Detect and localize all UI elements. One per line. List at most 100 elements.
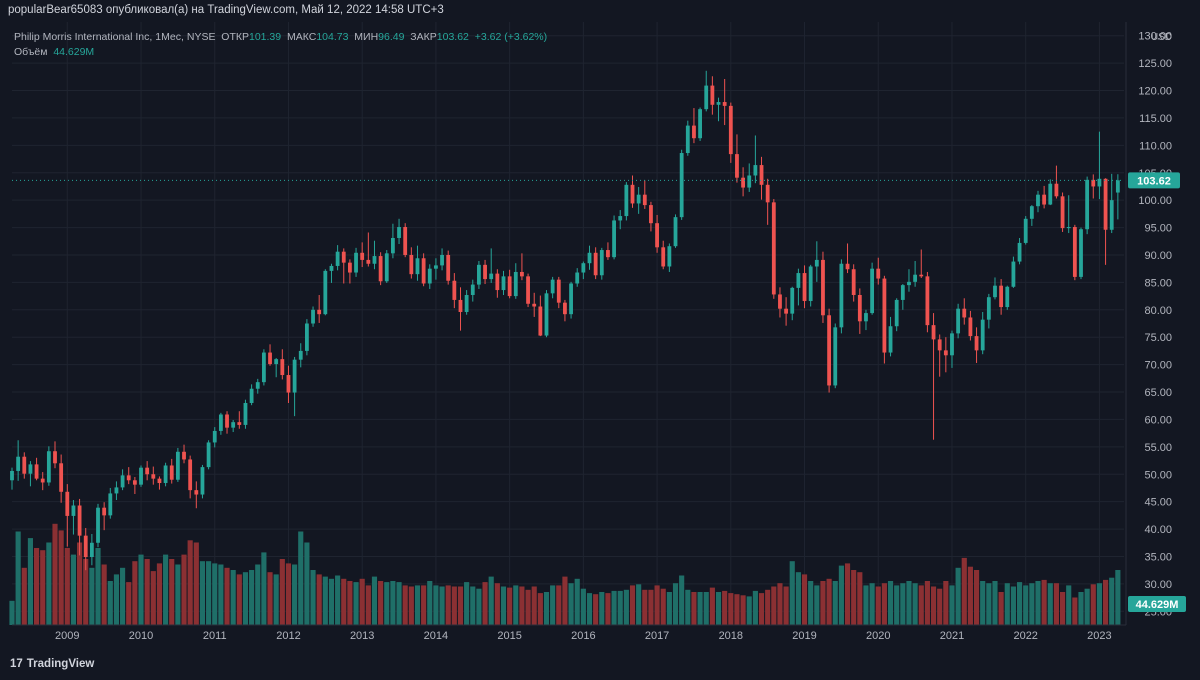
volume-bar bbox=[187, 540, 193, 625]
candle-body bbox=[913, 274, 918, 282]
volume-legend: Объём 44.629M bbox=[14, 46, 94, 58]
volume-bar bbox=[427, 581, 433, 625]
time-tick-label: 2014 bbox=[424, 630, 448, 642]
candle-body bbox=[341, 251, 346, 263]
candle-body bbox=[329, 265, 334, 271]
candle-body bbox=[1060, 196, 1065, 229]
candle-body bbox=[661, 247, 666, 267]
low-label: МИН bbox=[354, 31, 379, 43]
candle-body bbox=[102, 507, 107, 516]
volume-bar bbox=[556, 585, 562, 625]
volume-bar bbox=[470, 586, 476, 625]
volume-bar bbox=[365, 585, 371, 625]
candle-body bbox=[606, 250, 610, 258]
volume-bar bbox=[568, 583, 574, 625]
candle-body bbox=[22, 456, 27, 474]
candle-body bbox=[427, 268, 432, 284]
candle-body bbox=[735, 154, 739, 178]
volume-bar bbox=[476, 588, 482, 625]
volume-bar bbox=[973, 570, 980, 625]
candle-body bbox=[1103, 178, 1108, 230]
volume-bar bbox=[206, 561, 212, 625]
time-tick-label: 2022 bbox=[1013, 630, 1037, 642]
volume-bar bbox=[150, 571, 156, 625]
volume-bar bbox=[347, 581, 353, 625]
volume-bar bbox=[181, 554, 187, 625]
price-axis[interactable]: 25.0030.0035.0040.0045.0050.0055.0060.00… bbox=[1125, 22, 1186, 625]
volume-bar bbox=[697, 592, 703, 625]
volume-bar bbox=[464, 582, 470, 625]
volume-bar bbox=[519, 586, 525, 625]
volume-bar bbox=[844, 563, 851, 625]
candle-body bbox=[464, 294, 469, 312]
tradingview-logo[interactable]: 17 TradingView bbox=[10, 658, 94, 670]
candle-body bbox=[1042, 194, 1047, 205]
volume-bar bbox=[537, 593, 543, 625]
volume-bar bbox=[113, 574, 120, 625]
candle-body bbox=[1072, 227, 1077, 277]
candle-body bbox=[28, 464, 33, 474]
open-label: ОТКР bbox=[221, 31, 249, 43]
volume-bar bbox=[574, 578, 580, 625]
candle-body bbox=[317, 309, 322, 315]
candle-body bbox=[243, 402, 248, 425]
volume-bar bbox=[531, 586, 537, 625]
volume-bar bbox=[734, 594, 740, 625]
price-tick-label: 90.00 bbox=[1144, 250, 1172, 262]
volume-bars bbox=[9, 523, 1121, 625]
candle-body bbox=[452, 280, 457, 300]
volume-label: Объём bbox=[14, 46, 48, 58]
candle-body bbox=[575, 272, 580, 284]
candle-body bbox=[759, 165, 764, 185]
volume-bar bbox=[1109, 577, 1115, 625]
candle-body bbox=[827, 315, 832, 386]
candle-body bbox=[599, 250, 604, 276]
price-tick-label: 45.00 bbox=[1144, 497, 1172, 509]
candle-body bbox=[900, 285, 905, 300]
candle-body bbox=[280, 359, 285, 376]
footer-bar: 17 TradingView bbox=[0, 650, 1200, 680]
volume-bar bbox=[457, 586, 464, 625]
candle-body bbox=[372, 256, 377, 264]
candle-body bbox=[59, 463, 64, 492]
price-tick-label: 40.00 bbox=[1144, 524, 1172, 536]
time-tick-label: 2023 bbox=[1087, 630, 1111, 642]
volume-bar bbox=[912, 583, 918, 625]
candle-body bbox=[593, 252, 598, 276]
candle-body bbox=[784, 308, 789, 314]
candlestick-chart[interactable]: 25.0030.0035.0040.0045.0050.0055.0060.00… bbox=[0, 0, 1200, 650]
volume-bar bbox=[328, 578, 335, 625]
candle-body bbox=[857, 294, 862, 322]
volume-bar bbox=[838, 565, 844, 625]
volume-bar bbox=[1084, 588, 1090, 625]
candle-body bbox=[870, 268, 875, 314]
candle-body bbox=[618, 216, 623, 221]
volume-bar bbox=[691, 592, 697, 625]
candle-body bbox=[710, 85, 715, 105]
volume-bar bbox=[1096, 583, 1102, 625]
candle-body bbox=[974, 336, 979, 351]
candle-body bbox=[298, 350, 303, 360]
candle-body bbox=[612, 220, 616, 258]
candle-body bbox=[378, 256, 383, 282]
volume-bar bbox=[986, 583, 992, 625]
volume-bar bbox=[34, 548, 40, 625]
candle-body bbox=[1048, 183, 1053, 205]
time-axis[interactable]: 2009 2010 2011 2012 2013 2014 2015 2016 2017 2018… bbox=[12, 624, 1126, 642]
candle-body bbox=[1066, 227, 1071, 229]
candle-body bbox=[587, 252, 592, 264]
candle-body bbox=[132, 480, 137, 485]
candle-body bbox=[556, 279, 561, 303]
candle-body bbox=[1054, 183, 1059, 197]
candle-body bbox=[458, 299, 463, 312]
volume-bar bbox=[1004, 583, 1010, 625]
volume-bar bbox=[605, 593, 611, 625]
volume-bar bbox=[70, 554, 77, 625]
volume-bar bbox=[64, 548, 70, 625]
candle-body bbox=[1115, 180, 1120, 193]
volume-bar bbox=[15, 531, 21, 625]
candle-body bbox=[808, 266, 813, 302]
volume-bar bbox=[396, 582, 402, 625]
candle-body bbox=[986, 297, 991, 320]
volume-bar bbox=[623, 589, 629, 625]
